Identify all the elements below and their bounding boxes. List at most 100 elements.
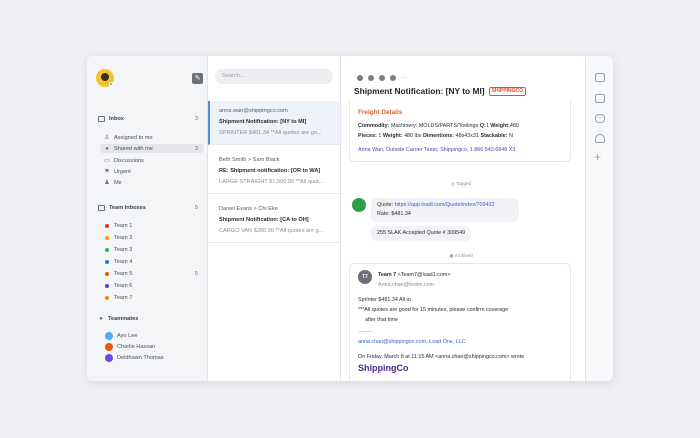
team-color-dot xyxy=(105,295,109,300)
quote-bubble: Quote: https://app.loadl.com/Quote/index… xyxy=(371,198,519,222)
clock-icon[interactable] xyxy=(368,75,374,81)
teammate-charlie[interactable]: Charlie Hassan xyxy=(105,343,155,351)
team-color-dot xyxy=(105,259,109,264)
sidebar-item-label: Urgent xyxy=(114,168,131,175)
sidebar-item-team-6[interactable]: Team 6 xyxy=(104,281,201,290)
conversation-from: Beth Smith > Sam Black xyxy=(219,157,280,163)
trash-icon[interactable] xyxy=(390,75,396,81)
contact-icon[interactable] xyxy=(595,94,605,103)
people-icon: ● xyxy=(105,145,109,152)
conversation-subject: RE: Shipment notification: [OR to WA] xyxy=(219,168,321,174)
right-rail: + xyxy=(585,56,613,381)
sidebar-item-assigned[interactable]: ♙ Assigned to me xyxy=(104,133,201,142)
page-title: Shipment Notification: [NY to MI] xyxy=(354,86,485,96)
team-5-count: 5 xyxy=(194,271,198,277)
freight-signature: Anna Wan, Outside Carrier Team, Shipping… xyxy=(358,147,516,153)
archive-icon[interactable] xyxy=(357,75,363,81)
weight-value: 480 lbs xyxy=(404,133,422,139)
chat-icon[interactable] xyxy=(595,114,605,123)
teammates-label: Teammates xyxy=(108,316,139,322)
conversation-subject: Shipment Notification: [CA to OH] xyxy=(219,217,309,223)
search-input[interactable]: Search... xyxy=(215,69,333,84)
bell-icon[interactable] xyxy=(379,75,385,81)
event-label: Tagged xyxy=(456,181,472,186)
avatar[interactable] xyxy=(96,69,114,87)
sidebar-item-label: Team 2 xyxy=(114,234,133,241)
weight-label: Weight: xyxy=(382,133,403,139)
team-color-dot xyxy=(105,235,109,240)
dims-value: 48x43x31 xyxy=(455,133,479,139)
sidebar-item-shared[interactable]: ● Shared with me xyxy=(100,144,204,153)
event-archived: ▣ Archived xyxy=(449,253,473,258)
conversation-list: Search... anna.wan@shippingco.com Shipme… xyxy=(208,56,341,381)
team-color-dot xyxy=(105,283,109,288)
avatar xyxy=(105,354,113,362)
avatar xyxy=(105,332,113,340)
tag-badge[interactable]: SHIPPINGCO xyxy=(488,86,526,96)
avatar xyxy=(352,198,366,212)
quote-link[interactable]: https://app.loadl.com/Quote/index/709432 xyxy=(395,202,495,208)
message-subject: Shipment Notification: [NY to MI] SHIPPI… xyxy=(354,86,526,96)
freight-title: Freight Details xyxy=(358,109,403,116)
sidebar-item-me[interactable]: ♟ Me xyxy=(104,178,201,187)
compose-icon[interactable]: ✎ xyxy=(192,73,203,84)
sidebar-item-label: Shared with me xyxy=(114,145,153,152)
person-icon: ♙ xyxy=(104,135,110,141)
teammate-name: Charlie Hassan xyxy=(117,344,156,350)
sidebar-item-team-7[interactable]: Team 7 xyxy=(104,293,201,302)
reply-separator: -------- xyxy=(358,329,373,335)
event-tagged: ◎ Tagged xyxy=(450,181,472,186)
sidebar-item-discussions[interactable]: ▭ Discussions xyxy=(104,156,201,165)
team-inboxes-label: Team Inboxes xyxy=(109,205,146,211)
teammate-name: Deldhawn Thomas xyxy=(117,355,164,361)
stackable-value: N xyxy=(508,133,513,139)
conversation-item[interactable]: anna.wan@shippingco.com Shipment Notific… xyxy=(208,101,340,145)
stackable-label: Stackable: xyxy=(480,133,508,139)
add-icon[interactable]: + xyxy=(594,151,601,163)
sidebar-item-label: Team 3 xyxy=(114,246,133,253)
reply-body-line: after that time xyxy=(365,317,398,323)
bag-icon[interactable] xyxy=(595,134,605,143)
chat-icon: ▭ xyxy=(104,158,110,164)
inbox-section[interactable]: Inbox xyxy=(98,116,124,122)
sidebar: ✎ Inbox 3 ♙ Assigned to me ● Shared with… xyxy=(87,56,208,381)
team-color-dot xyxy=(105,271,109,276)
sidebar-item-team-1[interactable]: Team 1 xyxy=(104,221,201,230)
sidebar-item-label: Team 1 xyxy=(114,222,133,229)
sidebar-item-team-5[interactable]: Team 5 xyxy=(104,269,201,278)
reply-sender-email: <Team7@load1.com> xyxy=(397,272,451,278)
reply-signature[interactable]: anna.chan@shippingco.com, Load One, LLC xyxy=(358,337,562,347)
user-icon: ♟ xyxy=(104,180,110,186)
notes-icon[interactable] xyxy=(595,73,605,82)
conversation-item[interactable]: Daniel Evans > Chi Eke Shipment Notifica… xyxy=(208,199,340,243)
team-inboxes-section[interactable]: Team Inboxes xyxy=(98,205,146,211)
teammate-deldhawn[interactable]: Deldhawn Thomas xyxy=(105,354,164,362)
conversation-from: Daniel Evans > Chi Eke xyxy=(219,206,278,212)
conversation-item[interactable]: Beth Smith > Sam Black RE: Shipment noti… xyxy=(208,150,340,194)
commodity-value: Machinery: MOLDS/PARTS/Toolings xyxy=(390,123,479,129)
sidebar-item-label: Team 5 xyxy=(114,270,133,277)
shippingco-logo: ShippingCo xyxy=(358,362,562,374)
sidebar-item-team-2[interactable]: Team 2 xyxy=(104,233,201,242)
weight-label: Weight: xyxy=(490,123,510,129)
app-window: ✎ Inbox 3 ♙ Assigned to me ● Shared with… xyxy=(87,56,613,381)
sidebar-item-team-4[interactable]: Team 4 xyxy=(104,257,201,266)
teammate-ayo[interactable]: Ayo Lee xyxy=(105,332,137,340)
quote-rate: Rate: $481.34 xyxy=(377,211,411,217)
teammate-name: Ayo Lee xyxy=(117,333,138,339)
teammates-section[interactable]: ● Teammates xyxy=(98,316,138,322)
shared-count: 3 xyxy=(194,146,198,152)
sidebar-item-label: Team 6 xyxy=(114,282,133,289)
more-icon[interactable]: ··· xyxy=(401,75,407,81)
brand-text: ShippingCo xyxy=(358,363,409,373)
message-view: ··· Shipment Notification: [NY to MI] SH… xyxy=(341,56,585,381)
conversation-from: anna.wan@shippingco.com xyxy=(219,108,288,114)
commodity-label: Commodity: xyxy=(358,123,390,129)
inbox-count: 3 xyxy=(194,116,198,122)
sidebar-item-team-3[interactable]: Team 3 xyxy=(104,245,201,254)
sidebar-item-urgent[interactable]: ⚑ Urgent xyxy=(104,167,201,176)
sidebar-item-label: Team 7 xyxy=(114,294,133,301)
reply-quote-header: On Friday, March 8 at 11:15 AM <anna.cha… xyxy=(358,354,525,360)
inbox-label: Inbox xyxy=(109,116,124,122)
inbox-icon xyxy=(98,205,105,211)
